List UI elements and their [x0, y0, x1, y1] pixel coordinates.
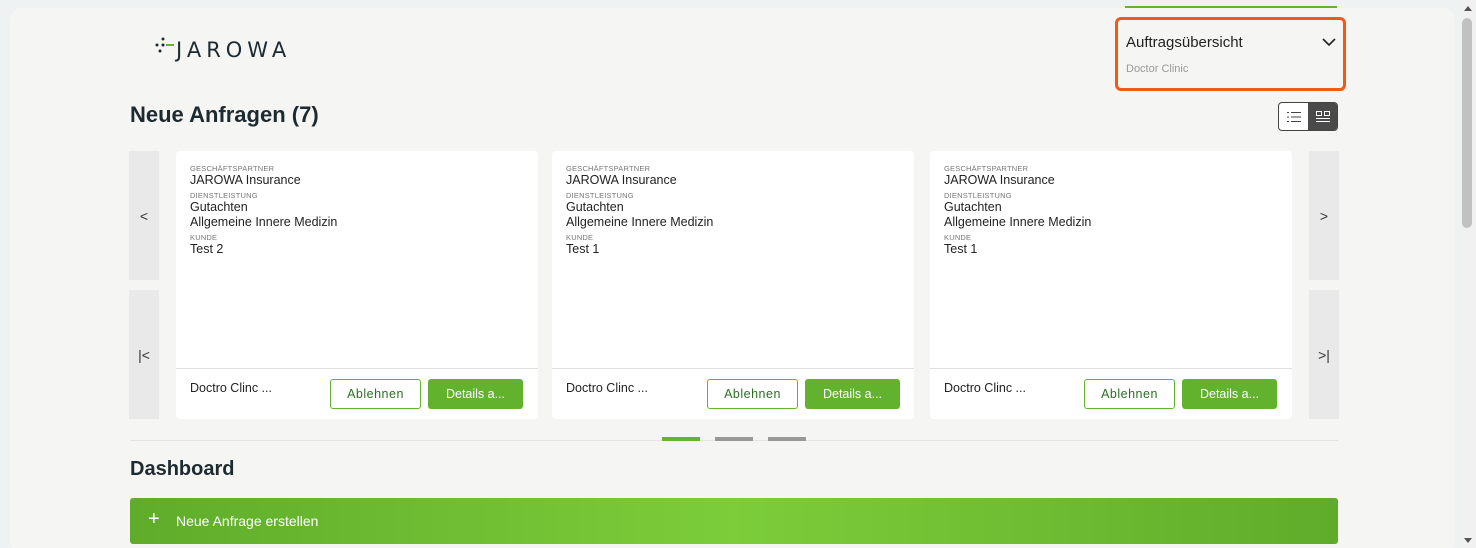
card-owner: Doctro Clinc ...: [566, 381, 648, 395]
card-owner: Doctro Clinc ...: [190, 381, 272, 395]
carousel-page-indicator[interactable]: [662, 437, 700, 441]
carousel-next-button[interactable]: >: [1309, 151, 1339, 280]
carousel-page-indicator[interactable]: [715, 437, 753, 441]
service-label: DIENSTLEISTUNG: [190, 191, 258, 200]
service-detail: Allgemeine Innere Medizin: [944, 215, 1092, 229]
service-detail: Allgemeine Innere Medizin: [190, 215, 338, 229]
customer-label: KUNDE: [566, 233, 594, 242]
partner-label: GESCHÄFTSPARTNER: [566, 164, 651, 173]
carousel-prev-button[interactable]: <: [129, 151, 159, 280]
card-owner: Doctro Clinc ...: [944, 381, 1026, 395]
partner-label: GESCHÄFTSPARTNER: [944, 164, 1029, 173]
service-value: Gutachten: [944, 200, 1002, 214]
view-toggle: [1278, 102, 1338, 131]
selector-subtitle: Doctor Clinic: [1126, 63, 1189, 75]
card-details: GESCHÄFTSPARTNER JAROWA Insurance DIENST…: [944, 164, 1282, 257]
service-label: DIENSTLEISTUNG: [944, 191, 1012, 200]
dashboard-title: Dashboard: [130, 458, 235, 480]
order-overview-selector[interactable]: Auftragsübersicht Doctor Clinic: [1115, 17, 1346, 91]
chevron-down-icon: [1322, 38, 1336, 47]
create-request-button[interactable]: + Neue Anfrage erstellen: [130, 498, 1338, 544]
carousel-page-indicator[interactable]: [768, 437, 806, 441]
logo-text: JAROWA: [176, 38, 292, 62]
create-request-label: Neue Anfrage erstellen: [176, 513, 319, 529]
card-details: GESCHÄFTSPARTNER JAROWA Insurance DIENST…: [190, 164, 528, 257]
card-details: GESCHÄFTSPARTNER JAROWA Insurance DIENST…: [566, 164, 904, 257]
request-card[interactable]: GESCHÄFTSPARTNER JAROWA Insurance DIENST…: [176, 151, 538, 419]
list-view-button[interactable]: [1279, 103, 1308, 130]
details-button[interactable]: Details a...: [428, 379, 523, 409]
card-divider: [176, 368, 538, 369]
partner-value: JAROWA Insurance: [566, 173, 677, 187]
list-icon: [1286, 111, 1301, 122]
request-card[interactable]: GESCHÄFTSPARTNER JAROWA Insurance DIENST…: [552, 151, 914, 419]
reject-button[interactable]: Ablehnen: [330, 379, 421, 409]
scrollbar-thumb[interactable]: [1462, 18, 1472, 228]
request-card[interactable]: GESCHÄFTSPARTNER JAROWA Insurance DIENST…: [930, 151, 1292, 419]
grid-view-button[interactable]: [1308, 103, 1337, 130]
details-button[interactable]: Details a...: [1182, 379, 1277, 409]
partner-value: JAROWA Insurance: [944, 173, 1055, 187]
grid-icon: [1315, 110, 1330, 122]
service-value: Gutachten: [190, 200, 248, 214]
card-divider: [552, 368, 914, 369]
selector-title: Auftragsübersicht: [1126, 34, 1243, 51]
plus-icon: +: [148, 508, 160, 530]
customer-value: Test 1: [566, 242, 600, 256]
jarowa-logo: JAROWA: [152, 36, 332, 62]
card-divider: [930, 368, 1292, 369]
carousel-first-button[interactable]: |<: [129, 290, 159, 419]
customer-label: KUNDE: [190, 233, 218, 242]
reject-button[interactable]: Ablehnen: [1084, 379, 1175, 409]
customer-value: Test 2: [190, 242, 224, 256]
logo-dots-icon: [155, 37, 174, 53]
new-requests-title: Neue Anfragen (7): [130, 102, 319, 127]
service-label: DIENSTLEISTUNG: [566, 191, 634, 200]
partner-value: JAROWA Insurance: [190, 173, 301, 187]
vertical-scrollbar[interactable]: [1459, 0, 1476, 548]
active-tab-indicator: [1125, 6, 1337, 8]
scroll-up-icon[interactable]: [1464, 6, 1472, 11]
reject-button[interactable]: Ablehnen: [707, 379, 798, 409]
service-value: Gutachten: [566, 200, 624, 214]
partner-label: GESCHÄFTSPARTNER: [190, 164, 275, 173]
carousel-last-button[interactable]: >|: [1309, 290, 1339, 419]
customer-value: Test 1: [944, 242, 978, 256]
details-button[interactable]: Details a...: [805, 379, 900, 409]
service-detail: Allgemeine Innere Medizin: [566, 215, 714, 229]
customer-label: KUNDE: [944, 233, 972, 242]
scroll-down-icon[interactable]: [1464, 538, 1472, 543]
